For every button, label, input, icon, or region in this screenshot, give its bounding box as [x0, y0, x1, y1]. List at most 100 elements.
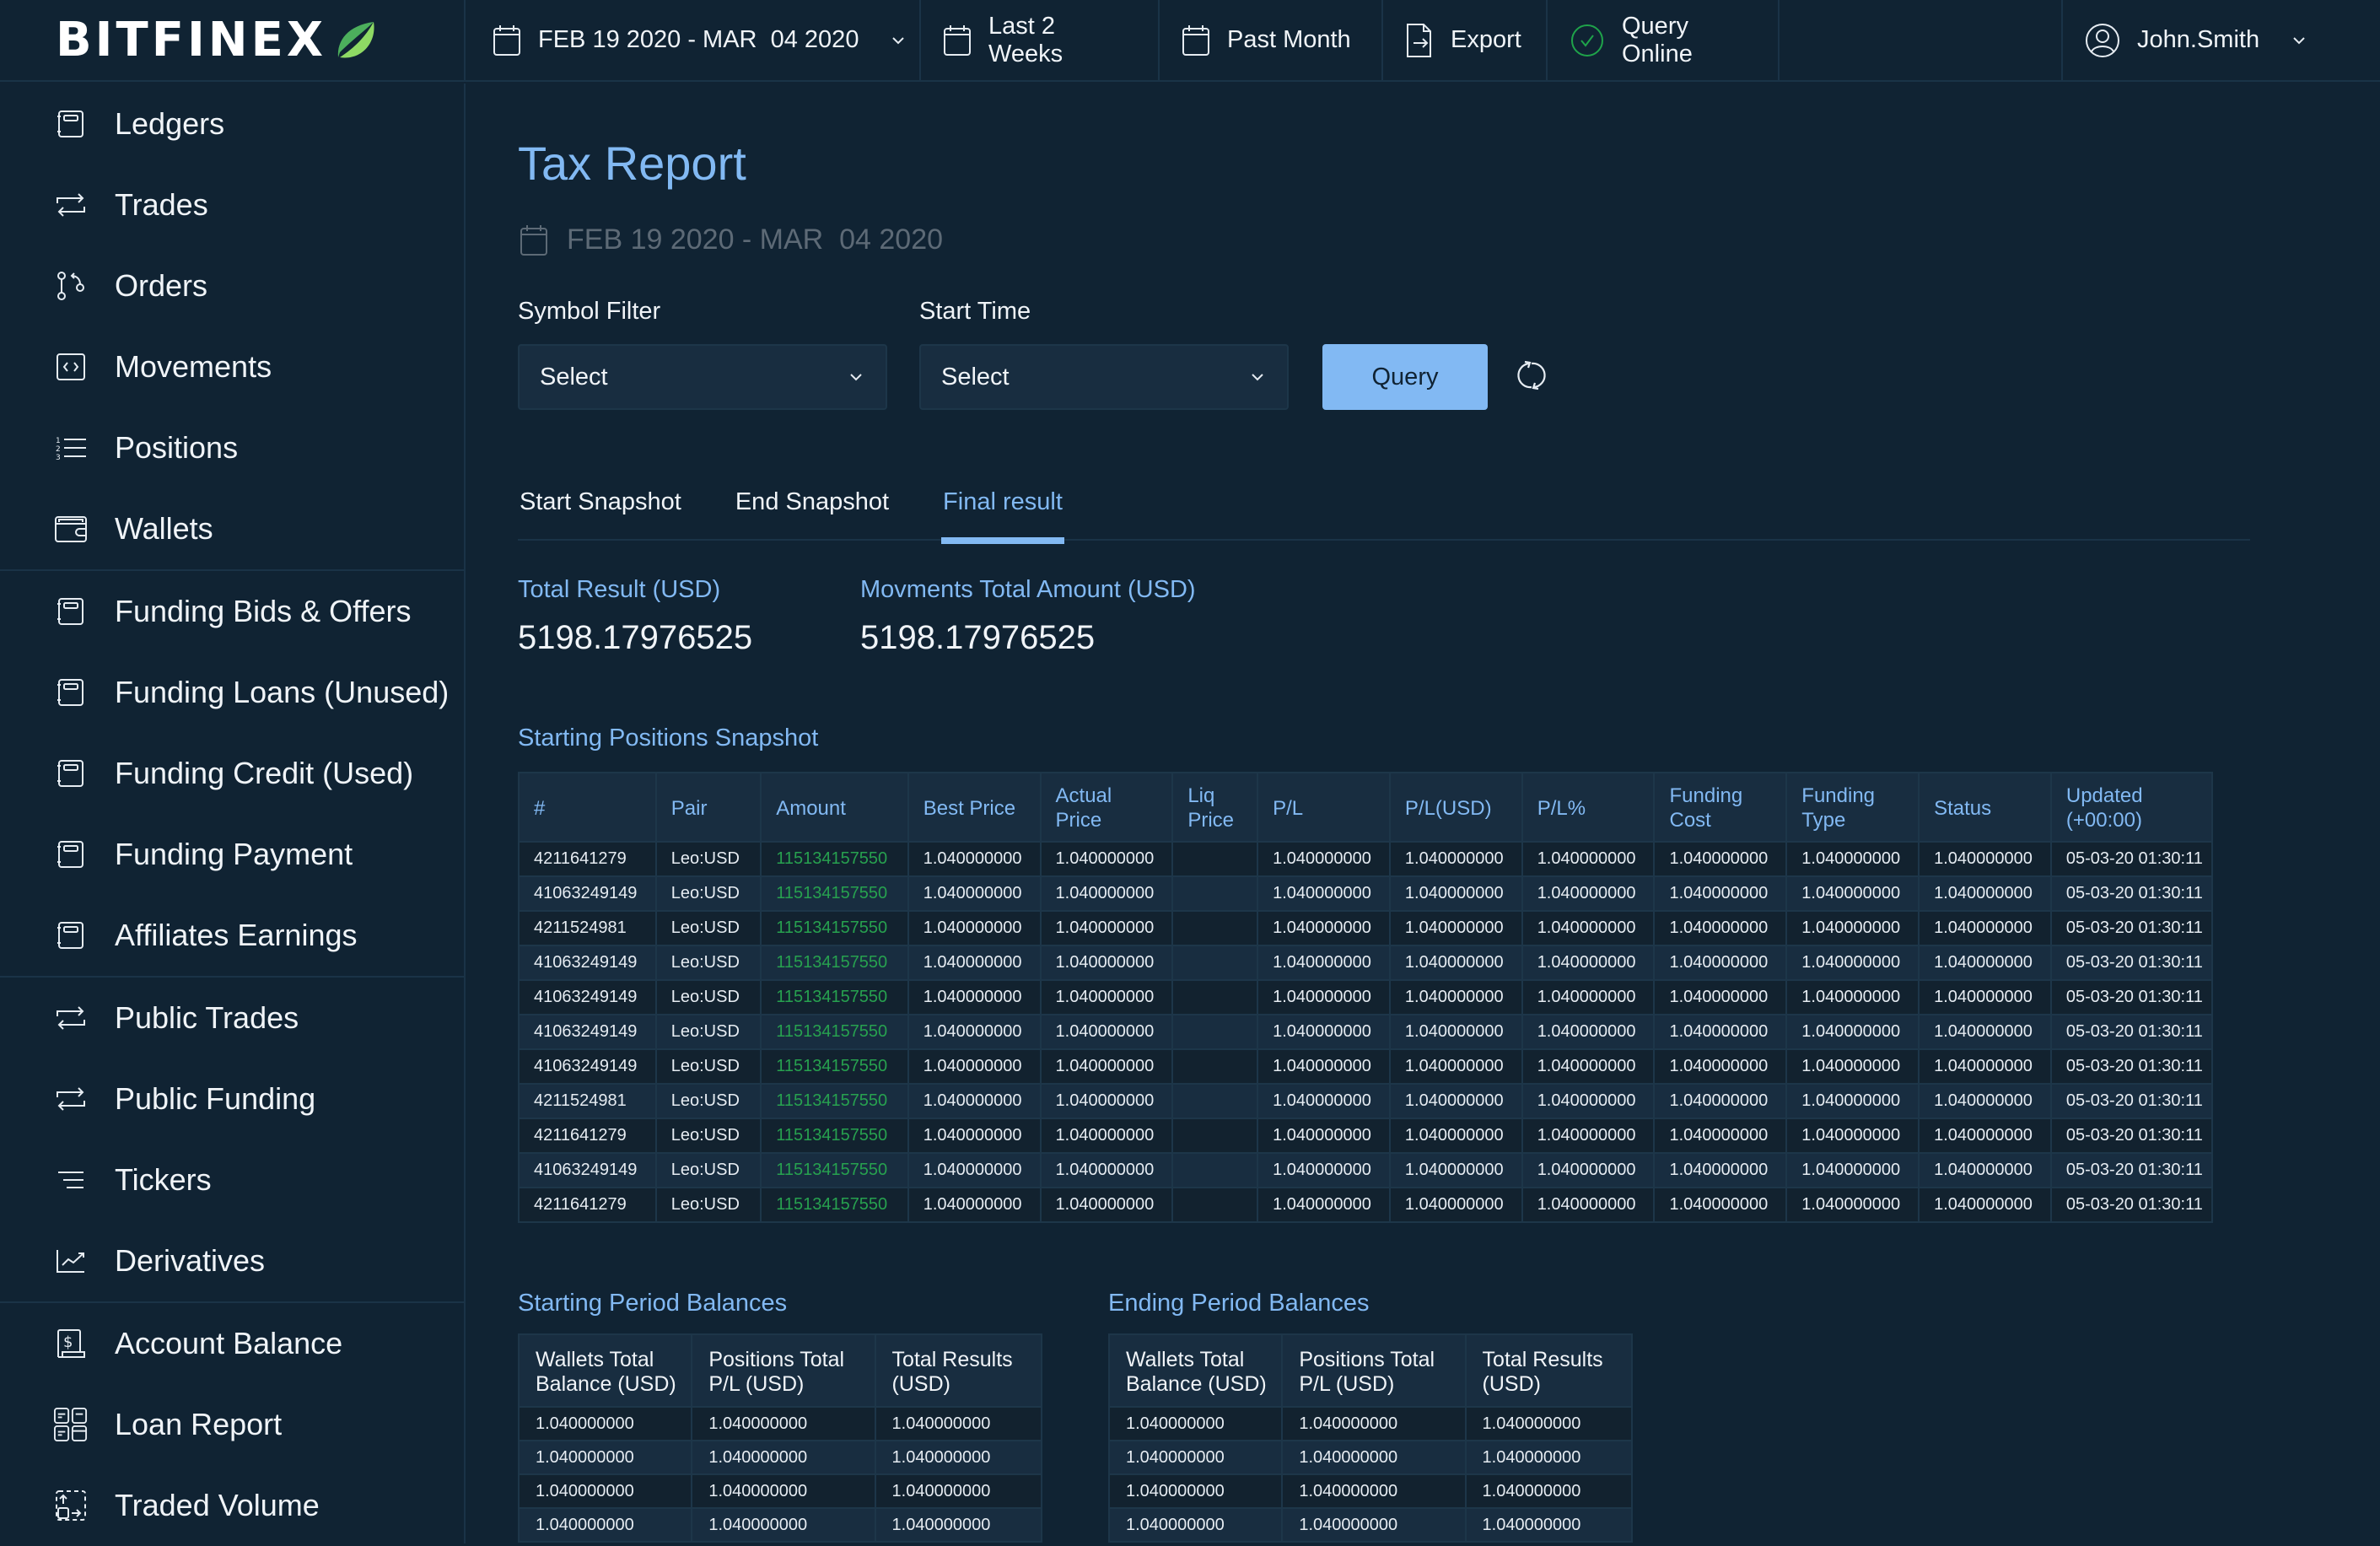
column-header[interactable]: P/L% [1521, 772, 1656, 843]
column-header[interactable]: Total Results (USD) [1464, 1333, 1634, 1408]
sidebar-item-public-funding[interactable]: Public Funding [0, 1058, 464, 1139]
column-header[interactable]: # [518, 772, 657, 843]
column-header[interactable]: Best Price [907, 772, 1042, 843]
sidebar-item-tickers[interactable]: Tickers [0, 1139, 464, 1220]
table-row[interactable]: 1.040000000 1.040000000 1.040000000 [1107, 1507, 1634, 1543]
table-cell: 1.040000000 [517, 1406, 693, 1441]
sidebar-item-affiliates-earnings[interactable]: Affiliates Earnings [0, 895, 464, 976]
table-cell: 115134157550 [760, 1187, 909, 1223]
table-cell: 41063249149 [518, 979, 657, 1015]
column-header[interactable]: Actual Price [1039, 772, 1174, 843]
export-button[interactable]: Export [1383, 0, 1548, 80]
sidebar-item-funding-loans-unused[interactable]: Funding Loans (Unused) [0, 652, 464, 733]
date-range-picker[interactable]: FEB 19 2020 - MAR 04 2020 [466, 0, 921, 80]
sidebar-item-movements[interactable]: Movements [0, 326, 464, 407]
calendar-icon [944, 24, 971, 56]
table-row[interactable]: 4211524981 Leo:USD 115134157550 1.040000000… [518, 910, 2214, 946]
tab-start-snapshot[interactable]: Start Snapshot [518, 488, 683, 539]
chevron-down-icon [2293, 36, 2305, 44]
table-cell [1171, 945, 1259, 981]
table-cell: 1.040000000 [1521, 1152, 1656, 1188]
sidebar-item-account-balance[interactable]: $ Account Balance [0, 1303, 464, 1384]
sidebar-item-public-trades[interactable]: Public Trades [0, 978, 464, 1058]
column-header[interactable]: Liq Price [1171, 772, 1259, 843]
table-row[interactable]: 41063249149 Leo:USD 115134157550 1.04000000… [518, 1014, 2214, 1050]
sidebar-item-orders[interactable]: Orders [0, 245, 464, 326]
start-time-label: Start Time [919, 298, 1031, 325]
table-row[interactable]: 1.040000000 1.040000000 1.040000000 [517, 1473, 1043, 1509]
column-header[interactable]: P/L(USD) [1388, 772, 1523, 843]
refresh-icon[interactable] [1515, 358, 1548, 392]
ledger-icon [54, 918, 88, 952]
table-cell: 1.040000000 [1653, 945, 1788, 981]
sidebar-item-label: Public Funding [115, 1081, 316, 1116]
tab-final-result[interactable]: Final result [941, 488, 1064, 544]
column-header[interactable]: Wallets Total Balance (USD) [517, 1333, 693, 1408]
table-row[interactable]: 1.040000000 1.040000000 1.040000000 [1107, 1406, 1634, 1441]
ending-balances-title: Ending Period Balances [1108, 1290, 1370, 1317]
last-2-weeks-button[interactable]: Last 2 Weeks [921, 0, 1160, 80]
sidebar-item-ledgers[interactable]: Ledgers [0, 83, 464, 164]
column-header[interactable]: Positions Total P/L (USD) [1281, 1333, 1467, 1408]
table-row[interactable]: 1.040000000 1.040000000 1.040000000 [1107, 1440, 1634, 1475]
column-header[interactable]: Funding Cost [1653, 772, 1788, 843]
column-header[interactable]: Status [1918, 772, 2052, 843]
table-row[interactable]: 1.040000000 1.040000000 1.040000000 [517, 1440, 1043, 1475]
sidebar-item-derivatives[interactable]: Derivatives [0, 1220, 464, 1301]
sidebar-item-wallets[interactable]: Wallets [0, 488, 464, 569]
table-cell: 05-03-20 01:30:11 [2049, 910, 2214, 946]
page-title: Tax Report [518, 137, 746, 190]
sidebar-item-funding-payment[interactable]: Funding Payment [0, 814, 464, 895]
table-cell: 1.040000000 [1653, 1014, 1788, 1050]
column-header[interactable]: Positions Total P/L (USD) [691, 1333, 876, 1408]
symbol-filter-label: Symbol Filter [518, 298, 661, 325]
sidebar-item-traded-volume[interactable]: Traded Volume [0, 1465, 464, 1546]
table-cell: 1.040000000 [1257, 1014, 1391, 1050]
table-cell: 1.040000000 [907, 1083, 1042, 1119]
tab-end-snapshot[interactable]: End Snapshot [734, 488, 891, 539]
column-header[interactable]: Updated (+00:00) [2049, 772, 2214, 843]
column-header[interactable]: Funding Type [1785, 772, 1920, 843]
sidebar-item-funding-bids-offers[interactable]: Funding Bids & Offers [0, 571, 464, 652]
sidebar-item-trades[interactable]: Trades [0, 164, 464, 245]
table-cell: 1.040000000 [907, 945, 1042, 981]
column-header[interactable]: Total Results (USD) [874, 1333, 1043, 1408]
past-month-button[interactable]: Past Month [1160, 0, 1383, 80]
table-row[interactable]: 1.040000000 1.040000000 1.040000000 [1107, 1473, 1634, 1509]
sidebar-item-label: Traded Volume [115, 1488, 320, 1522]
table-row[interactable]: 41063249149 Leo:USD 115134157550 1.04000000… [518, 945, 2214, 981]
table-row[interactable]: 41063249149 Leo:USD 115134157550 1.04000000… [518, 875, 2214, 912]
username: John.Smith [2137, 26, 2260, 53]
start-time-select[interactable]: Select [919, 344, 1289, 410]
sidebar-item-positions[interactable]: 1 2 3 Positions [0, 407, 464, 488]
table-row[interactable]: 4211641279 Leo:USD 115134157550 1.040000000… [518, 1187, 2214, 1223]
table-cell [1171, 841, 1259, 877]
query-button[interactable]: Query [1322, 344, 1488, 410]
export-icon [1407, 23, 1431, 57]
column-header[interactable]: Amount [760, 772, 909, 843]
symbol-filter-select[interactable]: Select [518, 344, 887, 410]
table-cell: 1.040000000 [1464, 1440, 1634, 1475]
table-cell: 1.040000000 [1107, 1473, 1284, 1509]
column-header[interactable]: Pair [654, 772, 762, 843]
sidebar-group: Public Trades Public Funding Tickers Deriva… [0, 978, 464, 1303]
column-header[interactable]: P/L [1257, 772, 1391, 843]
table-row[interactable]: 41063249149 Leo:USD 115134157550 1.04000000… [518, 1048, 2214, 1085]
sidebar-item-loan-report[interactable]: Loan Report [0, 1384, 464, 1465]
table-row[interactable]: 1.040000000 1.040000000 1.040000000 [517, 1507, 1043, 1543]
table-row[interactable]: 4211641279 Leo:USD 115134157550 1.040000000… [518, 841, 2214, 877]
table-cell: 1.040000000 [1918, 1152, 2052, 1188]
table-row[interactable]: 1.040000000 1.040000000 1.040000000 [517, 1406, 1043, 1441]
sidebar-item-funding-credit-used[interactable]: Funding Credit (Used) [0, 733, 464, 814]
table-row[interactable]: 4211524981 Leo:USD 115134157550 1.040000000… [518, 1083, 2214, 1119]
table-cell: 1.040000000 [1039, 979, 1174, 1015]
brand-logo[interactable]: BITFINEX [0, 0, 466, 80]
table-row[interactable]: 4211641279 Leo:USD 115134157550 1.040000000… [518, 1118, 2214, 1154]
table-cell: 1.040000000 [1521, 1014, 1656, 1050]
table-row[interactable]: 41063249149 Leo:USD 115134157550 1.04000000… [518, 1152, 2214, 1188]
column-header[interactable]: Wallets Total Balance (USD) [1107, 1333, 1284, 1408]
table-cell: Leo:USD [654, 875, 762, 912]
table-row[interactable]: 41063249149 Leo:USD 115134157550 1.04000000… [518, 979, 2214, 1015]
user-menu[interactable]: John.Smith [2063, 0, 2380, 80]
table-cell: Leo:USD [654, 945, 762, 981]
